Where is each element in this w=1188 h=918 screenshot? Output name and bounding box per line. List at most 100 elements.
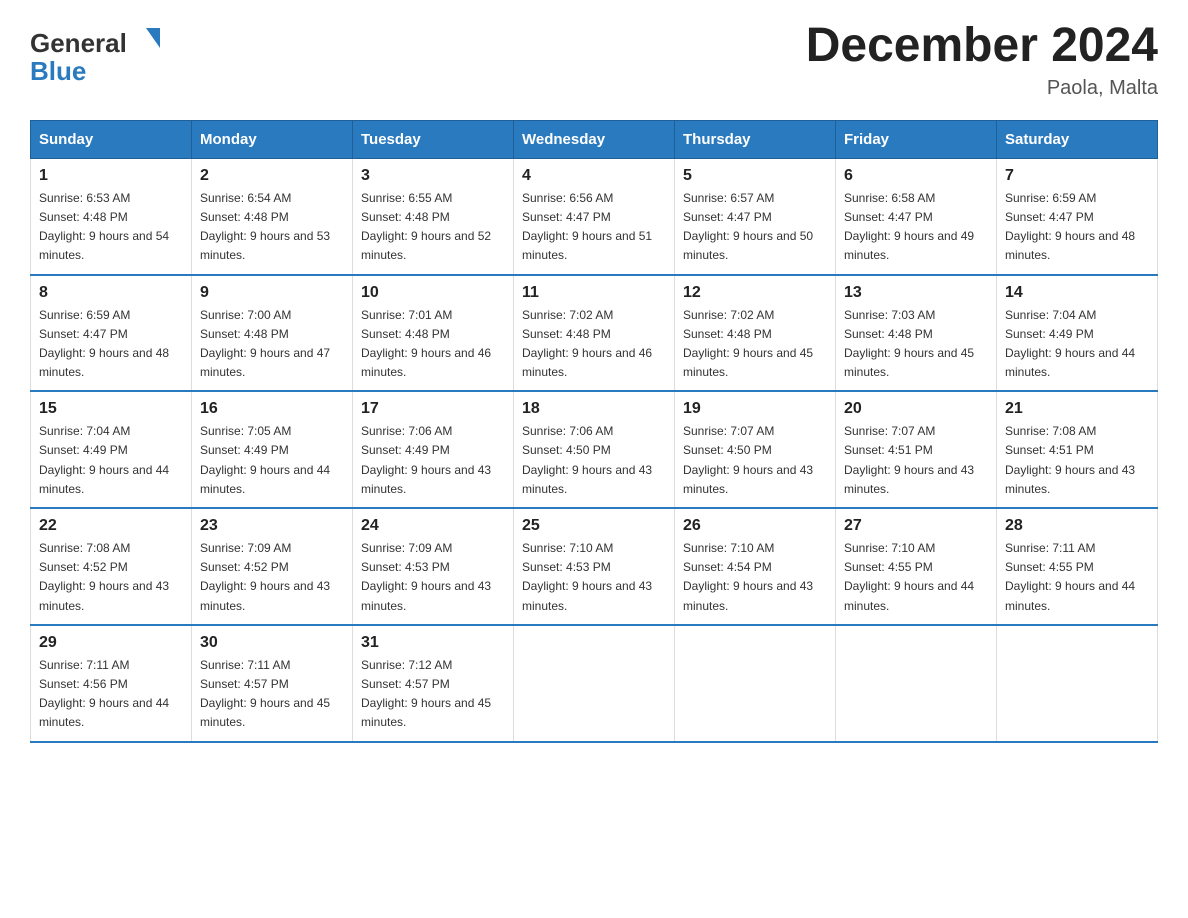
svg-text:Blue: Blue <box>30 56 86 86</box>
day-info: Sunrise: 7:08 AM Sunset: 4:52 PM Dayligh… <box>39 539 183 616</box>
header-sunday: Sunday <box>31 120 192 158</box>
day-number: 13 <box>844 284 988 302</box>
day-number: 11 <box>522 284 666 302</box>
calendar-cell: 28 Sunrise: 7:11 AM Sunset: 4:55 PM Dayl… <box>997 508 1158 625</box>
calendar-cell: 4 Sunrise: 6:56 AM Sunset: 4:47 PM Dayli… <box>514 158 675 274</box>
calendar-week-5: 29 Sunrise: 7:11 AM Sunset: 4:56 PM Dayl… <box>31 625 1158 742</box>
day-info: Sunrise: 7:07 AM Sunset: 4:51 PM Dayligh… <box>844 422 988 499</box>
day-number: 6 <box>844 167 988 185</box>
calendar-cell: 11 Sunrise: 7:02 AM Sunset: 4:48 PM Dayl… <box>514 275 675 392</box>
calendar-cell: 13 Sunrise: 7:03 AM Sunset: 4:48 PM Dayl… <box>836 275 997 392</box>
day-number: 27 <box>844 517 988 535</box>
day-info: Sunrise: 7:09 AM Sunset: 4:53 PM Dayligh… <box>361 539 505 616</box>
calendar-cell: 9 Sunrise: 7:00 AM Sunset: 4:48 PM Dayli… <box>192 275 353 392</box>
day-number: 19 <box>683 400 827 418</box>
day-info: Sunrise: 7:02 AM Sunset: 4:48 PM Dayligh… <box>522 306 666 383</box>
day-number: 22 <box>39 517 183 535</box>
day-number: 10 <box>361 284 505 302</box>
day-number: 25 <box>522 517 666 535</box>
calendar-cell <box>997 625 1158 742</box>
day-number: 20 <box>844 400 988 418</box>
day-number: 12 <box>683 284 827 302</box>
calendar-cell <box>836 625 997 742</box>
logo: General Blue <box>30 20 170 90</box>
calendar-cell: 17 Sunrise: 7:06 AM Sunset: 4:49 PM Dayl… <box>353 391 514 508</box>
day-number: 18 <box>522 400 666 418</box>
page-title: December 2024 <box>806 20 1158 73</box>
weekday-header-row: Sunday Monday Tuesday Wednesday Thursday… <box>31 120 1158 158</box>
day-info: Sunrise: 7:03 AM Sunset: 4:48 PM Dayligh… <box>844 306 988 383</box>
header-monday: Monday <box>192 120 353 158</box>
calendar-cell: 5 Sunrise: 6:57 AM Sunset: 4:47 PM Dayli… <box>675 158 836 274</box>
day-info: Sunrise: 7:10 AM Sunset: 4:55 PM Dayligh… <box>844 539 988 616</box>
calendar-cell: 20 Sunrise: 7:07 AM Sunset: 4:51 PM Dayl… <box>836 391 997 508</box>
day-number: 17 <box>361 400 505 418</box>
calendar-cell: 15 Sunrise: 7:04 AM Sunset: 4:49 PM Dayl… <box>31 391 192 508</box>
calendar-cell: 29 Sunrise: 7:11 AM Sunset: 4:56 PM Dayl… <box>31 625 192 742</box>
calendar-cell: 24 Sunrise: 7:09 AM Sunset: 4:53 PM Dayl… <box>353 508 514 625</box>
day-info: Sunrise: 7:06 AM Sunset: 4:50 PM Dayligh… <box>522 422 666 499</box>
day-info: Sunrise: 6:58 AM Sunset: 4:47 PM Dayligh… <box>844 189 988 266</box>
day-info: Sunrise: 6:56 AM Sunset: 4:47 PM Dayligh… <box>522 189 666 266</box>
day-info: Sunrise: 7:11 AM Sunset: 4:57 PM Dayligh… <box>200 656 344 733</box>
day-number: 16 <box>200 400 344 418</box>
header-wednesday: Wednesday <box>514 120 675 158</box>
header-saturday: Saturday <box>997 120 1158 158</box>
calendar-cell: 10 Sunrise: 7:01 AM Sunset: 4:48 PM Dayl… <box>353 275 514 392</box>
calendar-week-3: 15 Sunrise: 7:04 AM Sunset: 4:49 PM Dayl… <box>31 391 1158 508</box>
header-tuesday: Tuesday <box>353 120 514 158</box>
calendar-cell: 16 Sunrise: 7:05 AM Sunset: 4:49 PM Dayl… <box>192 391 353 508</box>
calendar-cell: 1 Sunrise: 6:53 AM Sunset: 4:48 PM Dayli… <box>31 158 192 274</box>
day-number: 2 <box>200 167 344 185</box>
calendar-cell: 8 Sunrise: 6:59 AM Sunset: 4:47 PM Dayli… <box>31 275 192 392</box>
calendar-cell: 18 Sunrise: 7:06 AM Sunset: 4:50 PM Dayl… <box>514 391 675 508</box>
day-number: 23 <box>200 517 344 535</box>
day-number: 29 <box>39 634 183 652</box>
day-info: Sunrise: 7:09 AM Sunset: 4:52 PM Dayligh… <box>200 539 344 616</box>
svg-text:General: General <box>30 28 127 58</box>
day-number: 9 <box>200 284 344 302</box>
day-info: Sunrise: 7:10 AM Sunset: 4:53 PM Dayligh… <box>522 539 666 616</box>
calendar-cell: 25 Sunrise: 7:10 AM Sunset: 4:53 PM Dayl… <box>514 508 675 625</box>
day-number: 7 <box>1005 167 1149 185</box>
header-thursday: Thursday <box>675 120 836 158</box>
day-info: Sunrise: 6:55 AM Sunset: 4:48 PM Dayligh… <box>361 189 505 266</box>
day-number: 5 <box>683 167 827 185</box>
calendar-cell: 14 Sunrise: 7:04 AM Sunset: 4:49 PM Dayl… <box>997 275 1158 392</box>
day-info: Sunrise: 6:59 AM Sunset: 4:47 PM Dayligh… <box>1005 189 1149 266</box>
page-header: General Blue December 2024 Paola, Malta <box>30 20 1158 100</box>
calendar-cell: 31 Sunrise: 7:12 AM Sunset: 4:57 PM Dayl… <box>353 625 514 742</box>
day-number: 3 <box>361 167 505 185</box>
day-info: Sunrise: 6:57 AM Sunset: 4:47 PM Dayligh… <box>683 189 827 266</box>
day-number: 26 <box>683 517 827 535</box>
day-info: Sunrise: 7:10 AM Sunset: 4:54 PM Dayligh… <box>683 539 827 616</box>
day-number: 30 <box>200 634 344 652</box>
day-info: Sunrise: 7:04 AM Sunset: 4:49 PM Dayligh… <box>1005 306 1149 383</box>
day-info: Sunrise: 6:54 AM Sunset: 4:48 PM Dayligh… <box>200 189 344 266</box>
day-info: Sunrise: 7:12 AM Sunset: 4:57 PM Dayligh… <box>361 656 505 733</box>
day-info: Sunrise: 7:05 AM Sunset: 4:49 PM Dayligh… <box>200 422 344 499</box>
day-info: Sunrise: 7:04 AM Sunset: 4:49 PM Dayligh… <box>39 422 183 499</box>
calendar-cell: 6 Sunrise: 6:58 AM Sunset: 4:47 PM Dayli… <box>836 158 997 274</box>
day-number: 31 <box>361 634 505 652</box>
day-number: 28 <box>1005 517 1149 535</box>
calendar-cell: 19 Sunrise: 7:07 AM Sunset: 4:50 PM Dayl… <box>675 391 836 508</box>
day-info: Sunrise: 7:11 AM Sunset: 4:56 PM Dayligh… <box>39 656 183 733</box>
calendar-week-1: 1 Sunrise: 6:53 AM Sunset: 4:48 PM Dayli… <box>31 158 1158 274</box>
header-friday: Friday <box>836 120 997 158</box>
calendar-cell: 22 Sunrise: 7:08 AM Sunset: 4:52 PM Dayl… <box>31 508 192 625</box>
calendar-cell <box>514 625 675 742</box>
day-number: 21 <box>1005 400 1149 418</box>
calendar-cell: 27 Sunrise: 7:10 AM Sunset: 4:55 PM Dayl… <box>836 508 997 625</box>
calendar-cell: 26 Sunrise: 7:10 AM Sunset: 4:54 PM Dayl… <box>675 508 836 625</box>
calendar-cell: 21 Sunrise: 7:08 AM Sunset: 4:51 PM Dayl… <box>997 391 1158 508</box>
day-number: 15 <box>39 400 183 418</box>
day-number: 24 <box>361 517 505 535</box>
calendar-cell: 30 Sunrise: 7:11 AM Sunset: 4:57 PM Dayl… <box>192 625 353 742</box>
page-subtitle: Paola, Malta <box>806 77 1158 100</box>
day-info: Sunrise: 7:02 AM Sunset: 4:48 PM Dayligh… <box>683 306 827 383</box>
calendar-cell: 2 Sunrise: 6:54 AM Sunset: 4:48 PM Dayli… <box>192 158 353 274</box>
calendar-cell: 23 Sunrise: 7:09 AM Sunset: 4:52 PM Dayl… <box>192 508 353 625</box>
calendar-cell: 3 Sunrise: 6:55 AM Sunset: 4:48 PM Dayli… <box>353 158 514 274</box>
calendar-cell: 7 Sunrise: 6:59 AM Sunset: 4:47 PM Dayli… <box>997 158 1158 274</box>
